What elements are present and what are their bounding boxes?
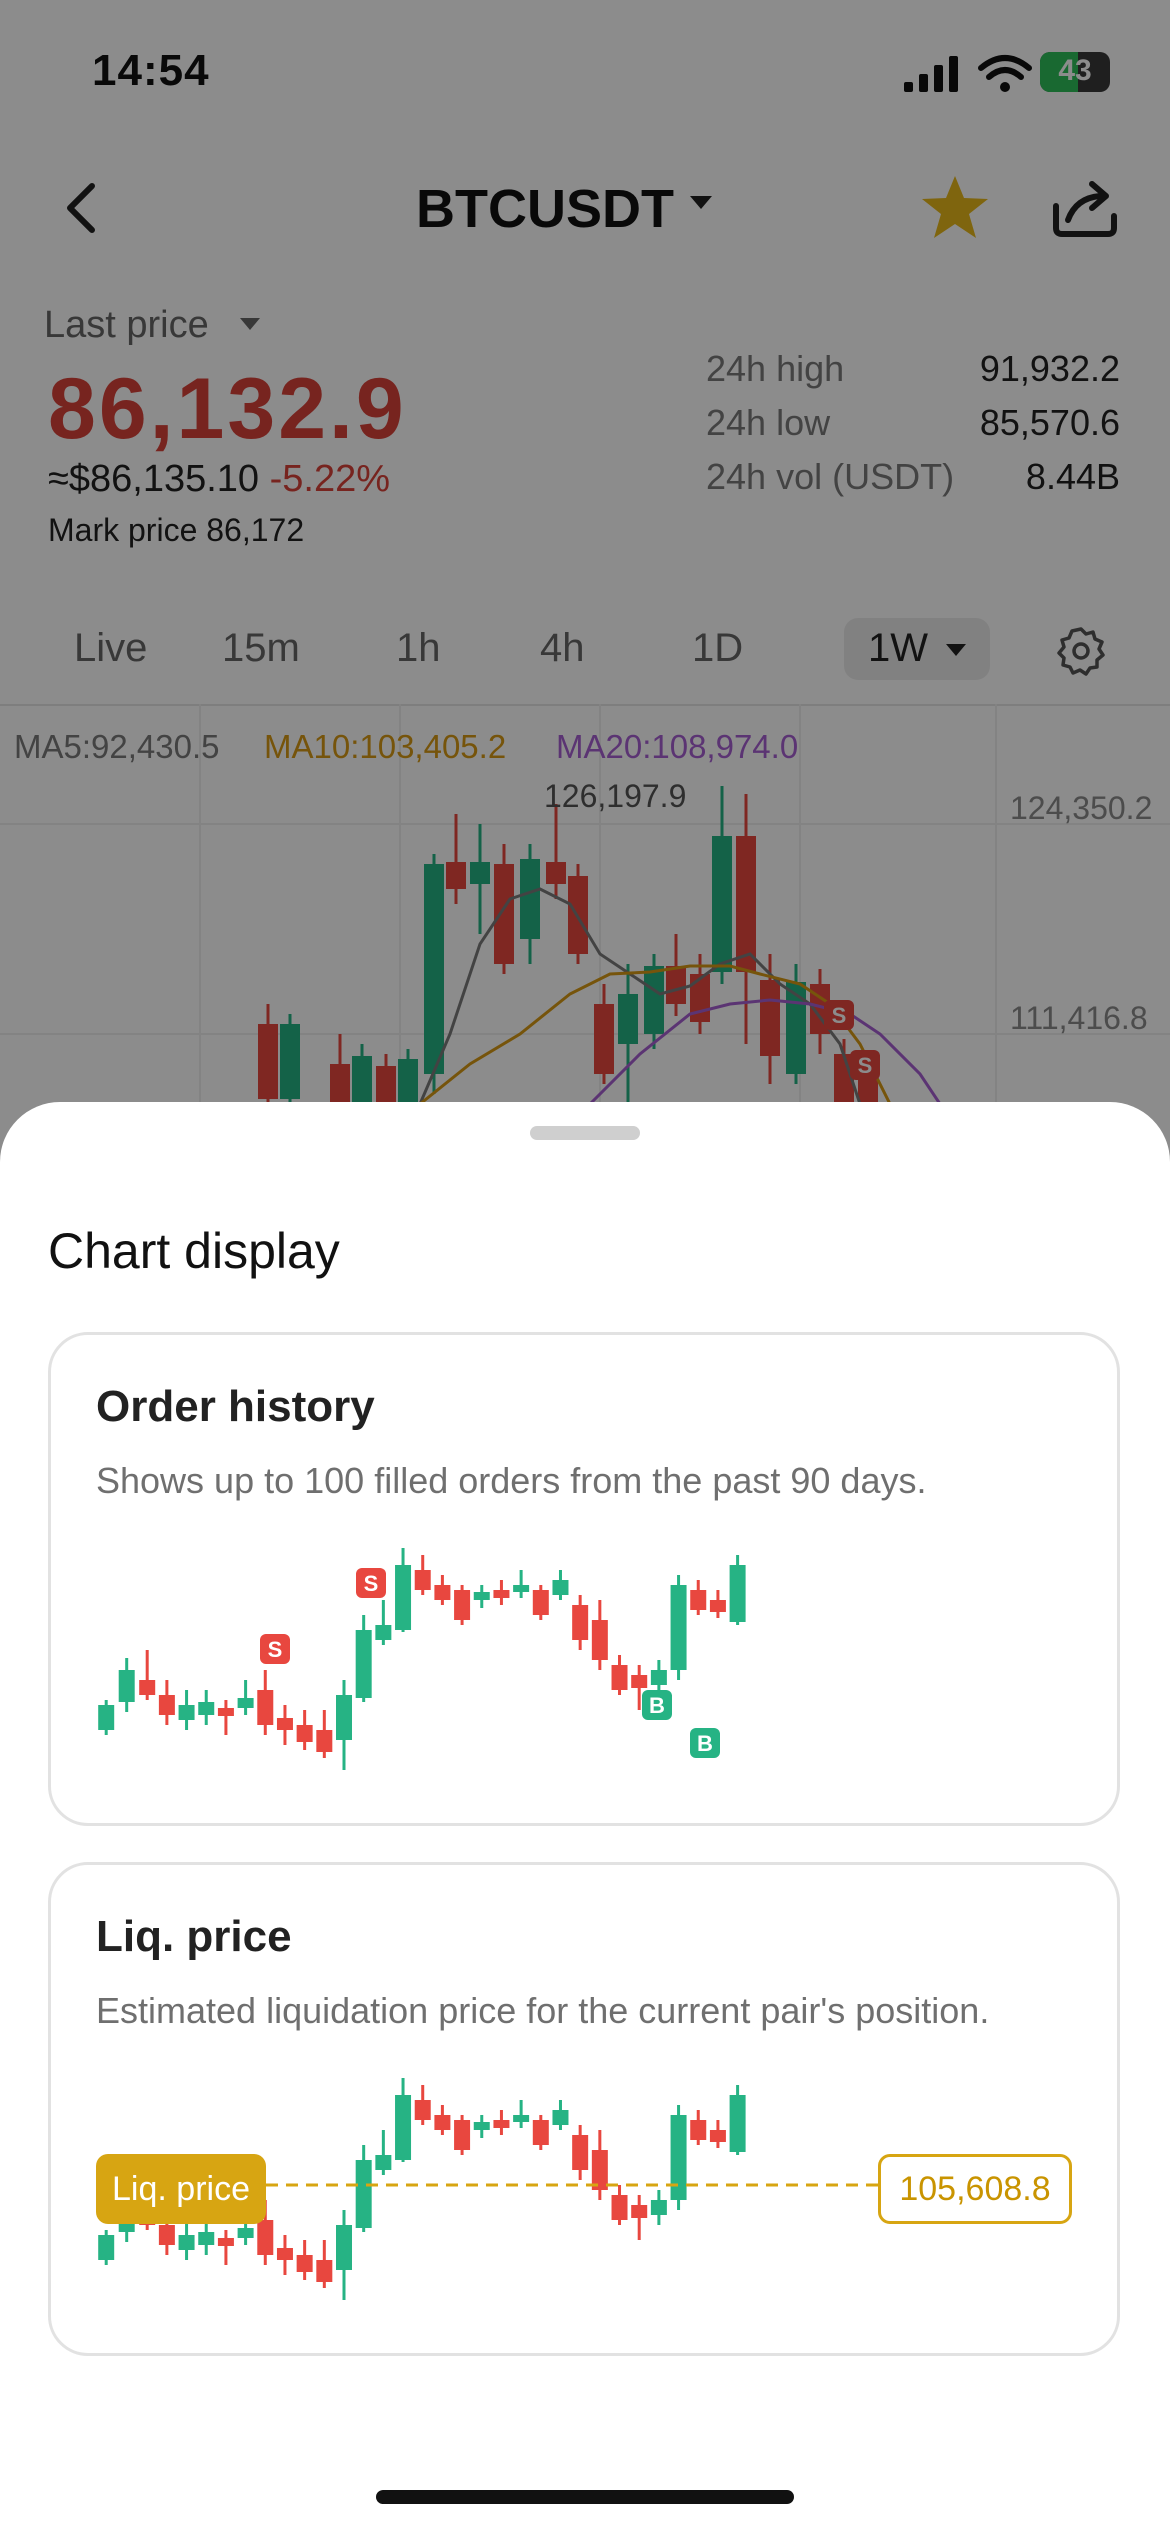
candle-body xyxy=(237,1698,254,1708)
candle-wick xyxy=(224,2230,228,2265)
candle-body xyxy=(296,2255,313,2272)
order-history-title: Order history xyxy=(96,1382,375,1431)
candle-body xyxy=(296,1725,313,1742)
candle-body xyxy=(434,2115,451,2130)
candle-body xyxy=(276,1718,293,1730)
svg-text:S: S xyxy=(364,1571,379,1596)
svg-text:B: B xyxy=(649,1693,665,1718)
candle-body xyxy=(729,1565,746,1622)
candle-body xyxy=(198,2232,215,2245)
candle-body xyxy=(414,1570,431,1590)
order-history-description: Shows up to 100 filled orders from the p… xyxy=(96,1460,927,1501)
candle-body xyxy=(690,2120,707,2140)
candle-body xyxy=(650,1670,667,1685)
candle-body xyxy=(217,1708,234,1716)
candle-body xyxy=(98,2235,115,2260)
liq-price-tag: Liq. price xyxy=(96,2154,266,2224)
candle-body xyxy=(355,1630,372,1698)
candle-body xyxy=(118,1670,135,1702)
candle-body xyxy=(690,1590,707,1610)
svg-text:B: B xyxy=(697,1731,713,1756)
candle-body xyxy=(729,2095,746,2152)
candle-body xyxy=(473,1592,490,1600)
candle-body xyxy=(611,2195,628,2220)
candle-body xyxy=(395,2095,412,2160)
candle-body xyxy=(650,2200,667,2215)
candle-body xyxy=(375,1625,392,1640)
candle-body xyxy=(454,2120,471,2150)
candle-wick xyxy=(519,2100,523,2128)
candle-body xyxy=(434,1585,451,1600)
svg-text:S: S xyxy=(268,1637,283,1662)
candle-body xyxy=(454,1590,471,1620)
candle-body xyxy=(493,1590,510,1598)
sheet-title: Chart display xyxy=(48,1223,340,1279)
sell-marker: S xyxy=(260,1634,290,1664)
candle-body xyxy=(552,1580,569,1595)
candle-body xyxy=(355,2160,372,2228)
candle-body xyxy=(414,2100,431,2120)
candle-body xyxy=(572,2135,589,2170)
candle-body xyxy=(158,2225,175,2245)
candle-body xyxy=(139,1680,156,1695)
liq-price-dashed-line xyxy=(266,2183,880,2187)
candle-body xyxy=(631,2205,648,2218)
candle-body xyxy=(316,2260,333,2282)
candle-body xyxy=(237,2228,254,2238)
candle-wick xyxy=(519,1570,523,1598)
candle-body xyxy=(552,2110,569,2125)
home-indicator[interactable] xyxy=(376,2490,794,2504)
candle-body xyxy=(709,2130,726,2142)
candle-body xyxy=(98,1705,115,1730)
liq-price-value: 105,608.8 xyxy=(878,2154,1072,2224)
sell-marker: S xyxy=(356,1568,386,1598)
candle-body xyxy=(572,1605,589,1640)
buy-marker: B xyxy=(642,1690,672,1720)
candle-body xyxy=(532,1590,549,1615)
candle-body xyxy=(670,1585,687,1670)
candle-body xyxy=(513,1585,530,1592)
candle-body xyxy=(276,2248,293,2260)
candle-body xyxy=(217,2238,234,2246)
candle-body xyxy=(493,2120,510,2128)
candle-body xyxy=(316,1730,333,1752)
candle-body xyxy=(631,1675,648,1688)
candle-body xyxy=(178,2235,195,2250)
candle-body xyxy=(158,1695,175,1715)
candle-body xyxy=(395,1565,412,1630)
candle-body xyxy=(591,1620,608,1660)
candle-body xyxy=(198,1702,215,1715)
candle-wick xyxy=(244,1680,248,1715)
liq-price-description: Estimated liquidation price for the curr… xyxy=(96,1990,990,2031)
candle-body xyxy=(336,1695,352,1740)
candle-body xyxy=(709,1600,726,1612)
order-history-preview-chart: S S B B xyxy=(98,1548,746,1770)
candle-body xyxy=(257,1690,274,1725)
candle-body xyxy=(178,1705,195,1720)
sheet-drag-handle[interactable] xyxy=(530,1126,640,1140)
candle-body xyxy=(375,2155,392,2170)
buy-marker: B xyxy=(690,1728,720,1758)
candle-body xyxy=(473,2122,490,2130)
liq-price-title: Liq. price xyxy=(96,1912,292,1961)
candle-body xyxy=(257,2220,274,2255)
candle-wick xyxy=(224,1700,228,1735)
candle-body xyxy=(532,2120,549,2145)
candle-body xyxy=(611,1665,628,1690)
candle-body xyxy=(336,2225,352,2270)
candle-body xyxy=(513,2115,530,2122)
